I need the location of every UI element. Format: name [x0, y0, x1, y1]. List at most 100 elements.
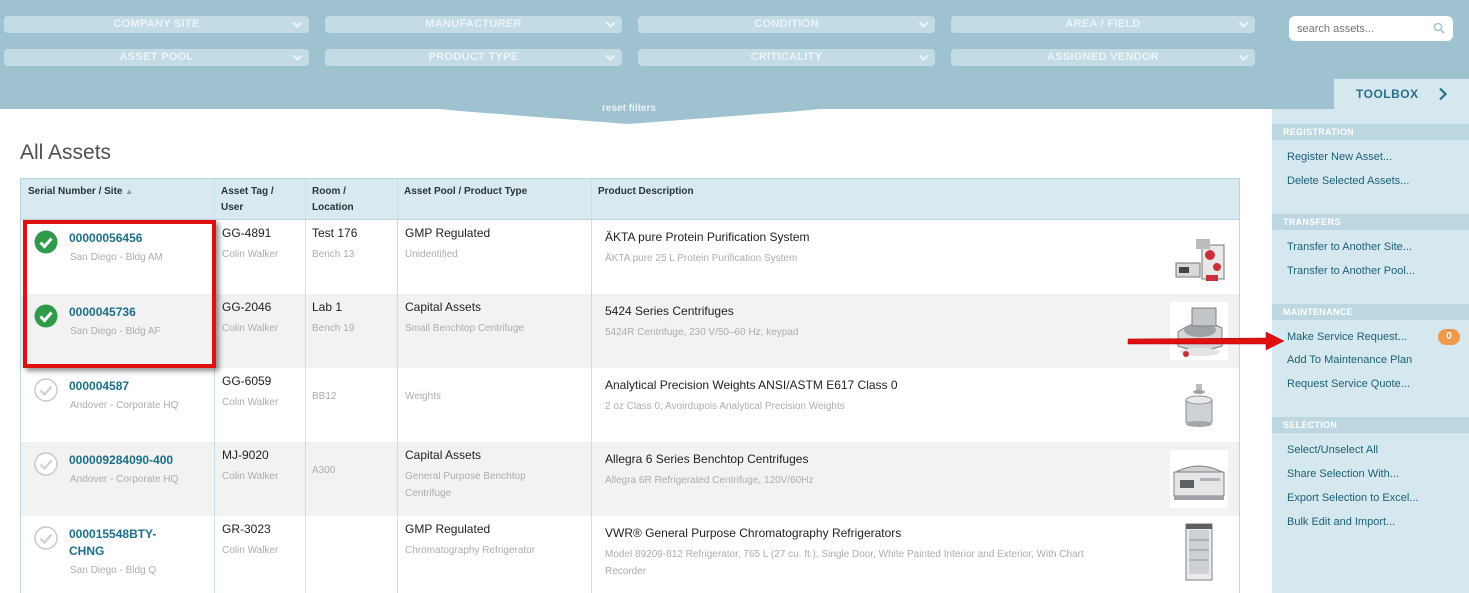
- chevron-down-icon: [292, 21, 303, 29]
- serial-number-link[interactable]: 000009284090-400: [69, 452, 204, 469]
- asset-tag: GG-2046: [222, 300, 272, 314]
- transfer-to-site-link[interactable]: Transfer to Another Site...: [1287, 241, 1412, 253]
- request-service-quote-link[interactable]: Request Service Quote...: [1287, 378, 1410, 390]
- product-type-line1: General Purpose Benchtop: [405, 471, 526, 482]
- company-site-filter[interactable]: COMPANY SITE: [4, 16, 309, 33]
- add-to-maintenance-plan-link[interactable]: Add To Maintenance Plan: [1287, 354, 1412, 366]
- assigned-vendor-filter-label: ASSIGNED VENDOR: [1046, 51, 1160, 63]
- product-detail-line1: Model 89209-812 Refrigerator, 765 L (27 …: [605, 549, 1084, 560]
- bulk-edit-import-link[interactable]: Bulk Edit and Import...: [1287, 516, 1395, 528]
- manufacturer-filter[interactable]: MANUFACTURER: [325, 16, 622, 33]
- table-header: Serial Number / Site ▲ Asset Tag / User …: [21, 179, 1239, 220]
- criticality-filter[interactable]: CRITICALITY: [638, 49, 935, 66]
- asset-tag-header-line1: Asset Tag /: [221, 186, 274, 197]
- delete-selected-assets-link[interactable]: Delete Selected Assets...: [1287, 175, 1409, 187]
- service-request-count-badge: 0: [1438, 329, 1460, 345]
- unchecked-icon[interactable]: [34, 378, 58, 402]
- unchecked-icon[interactable]: [34, 526, 58, 550]
- area-field-filter[interactable]: AREA / FIELD: [951, 16, 1255, 33]
- select-unselect-all-link[interactable]: Select/Unselect All: [1287, 444, 1378, 456]
- condition-filter[interactable]: CONDITION: [638, 16, 935, 33]
- precision-weight-thumbnail: [1170, 378, 1228, 436]
- asset-pool-filter[interactable]: ASSET POOL: [4, 49, 309, 66]
- asset-pool-filter-label: ASSET POOL: [119, 51, 194, 63]
- chevron-down-icon: [292, 54, 303, 62]
- product-detail: Allegra 6R Refrigerated Centrifuge, 120V…: [605, 475, 814, 486]
- product-name: Allegra 6 Series Benchtop Centrifuges: [605, 452, 809, 466]
- asset-tag: MJ-9020: [222, 448, 269, 462]
- make-service-request-link[interactable]: Make Service Request...: [1287, 331, 1407, 343]
- asset-pool: GMP Regulated: [405, 522, 491, 536]
- room-header-line1: Room /: [312, 186, 346, 197]
- location: BB12: [312, 391, 337, 402]
- asset-tag: GR-3023: [222, 522, 271, 536]
- column-divider: [397, 179, 398, 593]
- room: Lab 1: [312, 300, 343, 314]
- chevron-down-icon: [1238, 21, 1249, 29]
- toolbox-title: TOOLBOX: [1356, 87, 1419, 101]
- table-row[interactable]: 000009284090-400 Andover - Corporate HQ …: [21, 442, 1239, 516]
- description-column-header[interactable]: Product Description: [598, 184, 694, 200]
- condition-filter-label: CONDITION: [754, 18, 819, 30]
- toolbox-panel: TOOLBOX REGISTRATION Register New Asset.…: [1272, 0, 1469, 593]
- export-selection-link[interactable]: Export Selection to Excel...: [1287, 492, 1418, 504]
- registration-heading: REGISTRATION: [1272, 124, 1469, 140]
- search-box: [1289, 16, 1453, 41]
- serial-column-header[interactable]: Serial Number / Site ▲: [28, 184, 133, 200]
- product-name: ÄKTA pure Protein Purification System: [605, 230, 810, 244]
- asset-tag: GG-4891: [222, 226, 272, 240]
- product-detail: ÄKTA pure 25 L Protein Purification Syst…: [605, 253, 798, 264]
- site-label: Andover - Corporate HQ: [70, 474, 179, 485]
- user-name: Colin Walker: [222, 545, 279, 556]
- criticality-filter-label: CRITICALITY: [750, 51, 823, 63]
- location: A300: [312, 465, 336, 476]
- purification-system-thumbnail: [1170, 229, 1228, 287]
- serial-line1: 000015548BTY-: [69, 527, 157, 541]
- sort-ascending-icon: ▲: [125, 187, 134, 196]
- room-column-header[interactable]: Room / Location: [312, 184, 354, 216]
- product-detail: 5424R Centrifuge, 230 V/50–60 Hz, keypad: [605, 327, 799, 338]
- serial-header-label: Serial Number / Site: [28, 186, 123, 197]
- product-name: Analytical Precision Weights ANSI/ASTM E…: [605, 378, 898, 392]
- asset-pool: Capital Assets: [405, 300, 482, 314]
- user-name: Colin Walker: [222, 249, 279, 260]
- serial-number-link[interactable]: 000015548BTY- CHNG: [69, 526, 204, 560]
- transfers-heading: TRANSFERS: [1272, 214, 1469, 230]
- reset-filters-link[interactable]: reset filters: [0, 103, 1258, 114]
- chevron-down-icon: [918, 54, 929, 62]
- filter-bar: COMPANY SITE MANUFACTURER CONDITION AREA…: [0, 0, 1272, 109]
- product-type-filter-label: PRODUCT TYPE: [428, 51, 519, 63]
- product-type-line2: Centrifuge: [405, 488, 452, 499]
- room-header-line2: Location: [312, 202, 354, 213]
- assigned-vendor-filter[interactable]: ASSIGNED VENDOR: [951, 49, 1255, 66]
- area-field-filter-label: AREA / FIELD: [1065, 18, 1141, 30]
- serial-number-link[interactable]: 000004587: [69, 378, 204, 395]
- table-row[interactable]: 000004587 Andover - Corporate HQ GG-6059…: [21, 368, 1239, 442]
- search-input[interactable]: [1289, 16, 1419, 41]
- user-name: Colin Walker: [222, 471, 279, 482]
- register-new-asset-link[interactable]: Register New Asset...: [1287, 151, 1392, 163]
- share-selection-link[interactable]: Share Selection With...: [1287, 468, 1399, 480]
- product-type-filter[interactable]: PRODUCT TYPE: [325, 49, 622, 66]
- transfer-to-pool-link[interactable]: Transfer to Another Pool...: [1287, 265, 1415, 277]
- search-icon[interactable]: [1433, 22, 1445, 34]
- product-detail-line2: Recorder: [605, 566, 647, 577]
- asset-tag-header-line2: User: [221, 202, 244, 213]
- table-row[interactable]: 000015548BTY- CHNG San Diego - Bldg Q GR…: [21, 516, 1239, 593]
- chevron-down-icon: [605, 54, 616, 62]
- pool-column-header[interactable]: Asset Pool / Product Type: [404, 184, 527, 200]
- serial-line2: CHNG: [69, 544, 105, 558]
- toolbox-toggle[interactable]: TOOLBOX: [1334, 79, 1469, 109]
- user-name: Colin Walker: [222, 397, 279, 408]
- location: Bench 13: [312, 249, 355, 260]
- asset-list-page: COMPANY SITE MANUFACTURER CONDITION AREA…: [0, 0, 1469, 593]
- asset-pool: GMP Regulated: [405, 226, 491, 240]
- maintenance-heading: MAINTENANCE: [1272, 304, 1469, 320]
- product-type: Chromatography Refrigerator: [405, 545, 536, 556]
- unchecked-icon[interactable]: [34, 452, 58, 476]
- product-type: Unidentified: [405, 249, 458, 260]
- asset-tag-column-header[interactable]: Asset Tag / User: [221, 184, 274, 216]
- asset-tag: GG-6059: [222, 374, 272, 388]
- chevron-right-icon[interactable]: [1438, 87, 1448, 101]
- page-title: All Assets: [20, 141, 112, 164]
